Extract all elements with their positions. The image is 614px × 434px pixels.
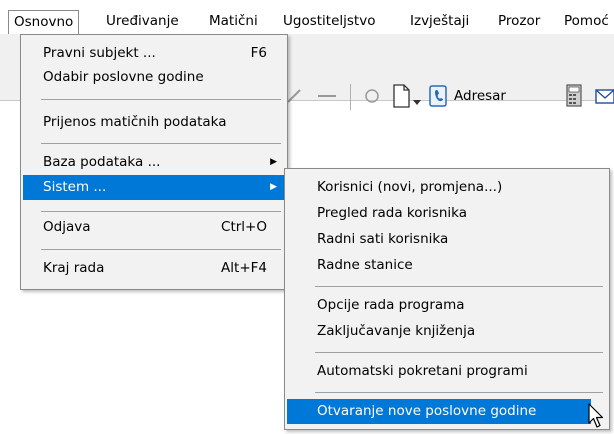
submenu-arrow-icon: ▶	[270, 157, 277, 167]
menu-item-label: Korisnici (novi, promjena...)	[317, 179, 503, 195]
submenu-arrow-icon: ▶	[270, 182, 277, 192]
menu-bar: Osnovno Uređivanje Matični Ugostiteljstv…	[0, 0, 614, 34]
menu-item-shortcut: Alt+F4	[221, 260, 267, 276]
menu-item-label: Odabir poslovne godine	[43, 69, 204, 85]
calculator-icon[interactable]	[564, 84, 584, 108]
menu-uredivanje[interactable]: Uređivanje	[106, 11, 179, 33]
menu-item-shortcut: F6	[250, 45, 267, 61]
menu-item-radni-sati-korisnika[interactable]: Radni sati korisnika	[287, 227, 607, 252]
menu-item-label: Radni sati korisnika	[317, 231, 449, 247]
menu-separator	[41, 249, 281, 250]
toolbar-separator	[350, 84, 351, 110]
menu-item-label: Pravni subjekt ...	[43, 45, 156, 61]
menu-item-sistem[interactable]: Sistem ... ▶	[23, 175, 285, 200]
menu-item-pravni-subjekt[interactable]: Pravni subjekt ... F6	[23, 41, 285, 66]
address-book-icon[interactable]	[427, 84, 449, 108]
menu-separator	[315, 286, 603, 287]
adresar-label[interactable]: Adresar	[454, 86, 506, 106]
menu-item-shortcut: Ctrl+O	[221, 219, 267, 235]
menu-item-label: Zaključavanje knjiženja	[317, 323, 476, 339]
menu-separator	[41, 99, 281, 100]
menu-item-korisnici[interactable]: Korisnici (novi, promjena...)	[287, 175, 607, 200]
sistem-submenu: Korisnici (novi, promjena...) Pregled ra…	[284, 168, 610, 430]
mouse-cursor-icon	[588, 403, 608, 430]
menu-item-label: Opcije rada programa	[317, 297, 465, 313]
new-document-icon[interactable]	[390, 83, 412, 109]
menu-ugostiteljstvo[interactable]: Ugostiteljstvo	[283, 11, 375, 33]
menu-maticni[interactable]: Matični	[209, 11, 258, 33]
menu-item-label: Otvaranje nove poslovne godine	[317, 403, 537, 419]
menu-item-label: Odjava	[43, 219, 91, 235]
menu-item-label: Radne stanice	[317, 257, 413, 273]
menu-item-kraj-rada[interactable]: Kraj rada Alt+F4	[23, 256, 285, 281]
dropdown-arrow-icon[interactable]	[413, 94, 421, 105]
menu-item-baza-podataka[interactable]: Baza podataka ... ▶	[23, 150, 285, 175]
menu-item-prijenos-maticnih-podataka[interactable]: Prijenos matičnih podataka	[23, 110, 285, 135]
menu-item-otvaranje-nove-poslovne-godine[interactable]: Otvaranje nove poslovne godine	[287, 399, 591, 424]
menu-separator	[315, 392, 603, 393]
menu-item-label: Prijenos matičnih podataka	[43, 114, 227, 130]
osnovno-menu: Pravni subjekt ... F6 Odabir poslovne go…	[20, 34, 288, 290]
menu-item-label: Baza podataka ...	[43, 154, 161, 170]
menu-item-opcije-rada-programa[interactable]: Opcije rada programa	[287, 293, 607, 318]
menu-item-label: Kraj rada	[43, 260, 105, 276]
mail-icon[interactable]	[594, 88, 614, 106]
menu-osnovno[interactable]: Osnovno	[8, 10, 80, 34]
menu-item-radne-stanice[interactable]: Radne stanice	[287, 253, 607, 278]
menu-item-label: Pregled rada korisnika	[317, 205, 467, 221]
menu-izvjestaji[interactable]: Izvještaji	[410, 11, 469, 33]
menu-item-zakljucavanje-knjizenja[interactable]: Zaključavanje knjiženja	[287, 319, 607, 344]
menu-item-label: Automatski pokretani programi	[317, 363, 528, 379]
menu-item-pregled-rada-korisnika[interactable]: Pregled rada korisnika	[287, 201, 607, 226]
menu-prozor[interactable]: Prozor	[498, 11, 540, 33]
menu-item-odabir-poslovne-godine[interactable]: Odabir poslovne godine	[23, 65, 285, 90]
menu-item-automatski-pokretani-programi[interactable]: Automatski pokretani programi	[287, 359, 607, 384]
menu-pomoc[interactable]: Pomoć	[564, 11, 609, 33]
ellipse-icon[interactable]	[362, 86, 382, 106]
menu-separator	[41, 211, 281, 212]
menu-separator	[315, 352, 603, 353]
menu-separator	[41, 143, 281, 144]
menu-item-odjava[interactable]: Odjava Ctrl+O	[23, 215, 285, 240]
menu-item-label: Sistem ...	[43, 179, 107, 195]
line-icon[interactable]	[316, 86, 338, 106]
